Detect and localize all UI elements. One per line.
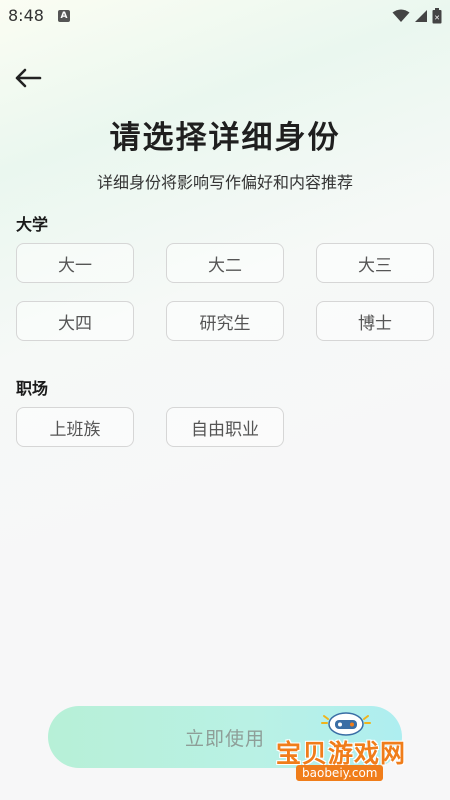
- option-freelancer[interactable]: 自由职业: [166, 407, 284, 447]
- option-doctorate[interactable]: 博士: [316, 301, 434, 341]
- page-title: 请选择详细身份: [109, 120, 341, 156]
- option-freshman[interactable]: 大一: [16, 243, 134, 283]
- status-bar: 8:48 A ✕: [0, 0, 450, 32]
- use-now-label: 立即使用: [184, 727, 265, 750]
- battery-icon: ✕: [432, 8, 442, 24]
- option-office-worker[interactable]: 上班族: [16, 407, 134, 447]
- app-notification-icon: A: [58, 10, 70, 22]
- page-subtitle: 详细身份将影响写作偏好和内容推荐: [96, 173, 353, 192]
- watermark-url: baobeiy.com: [296, 765, 384, 781]
- arrow-left-icon: [15, 68, 42, 88]
- option-sophomore[interactable]: 大二: [166, 243, 284, 283]
- section-title-workplace: 职场: [16, 379, 49, 398]
- wifi-icon: [392, 9, 410, 22]
- site-watermark: 宝贝游戏网 baobeiy.com: [272, 710, 422, 784]
- back-button[interactable]: [10, 62, 46, 94]
- status-icons: ✕: [392, 8, 442, 24]
- signal-icon: [415, 10, 427, 22]
- option-graduate[interactable]: 研究生: [166, 301, 284, 341]
- option-senior[interactable]: 大四: [16, 301, 134, 341]
- section-title-university: 大学: [16, 215, 49, 234]
- option-junior[interactable]: 大三: [316, 243, 434, 283]
- status-time: 8:48: [8, 6, 44, 25]
- svg-text:✕: ✕: [434, 14, 440, 22]
